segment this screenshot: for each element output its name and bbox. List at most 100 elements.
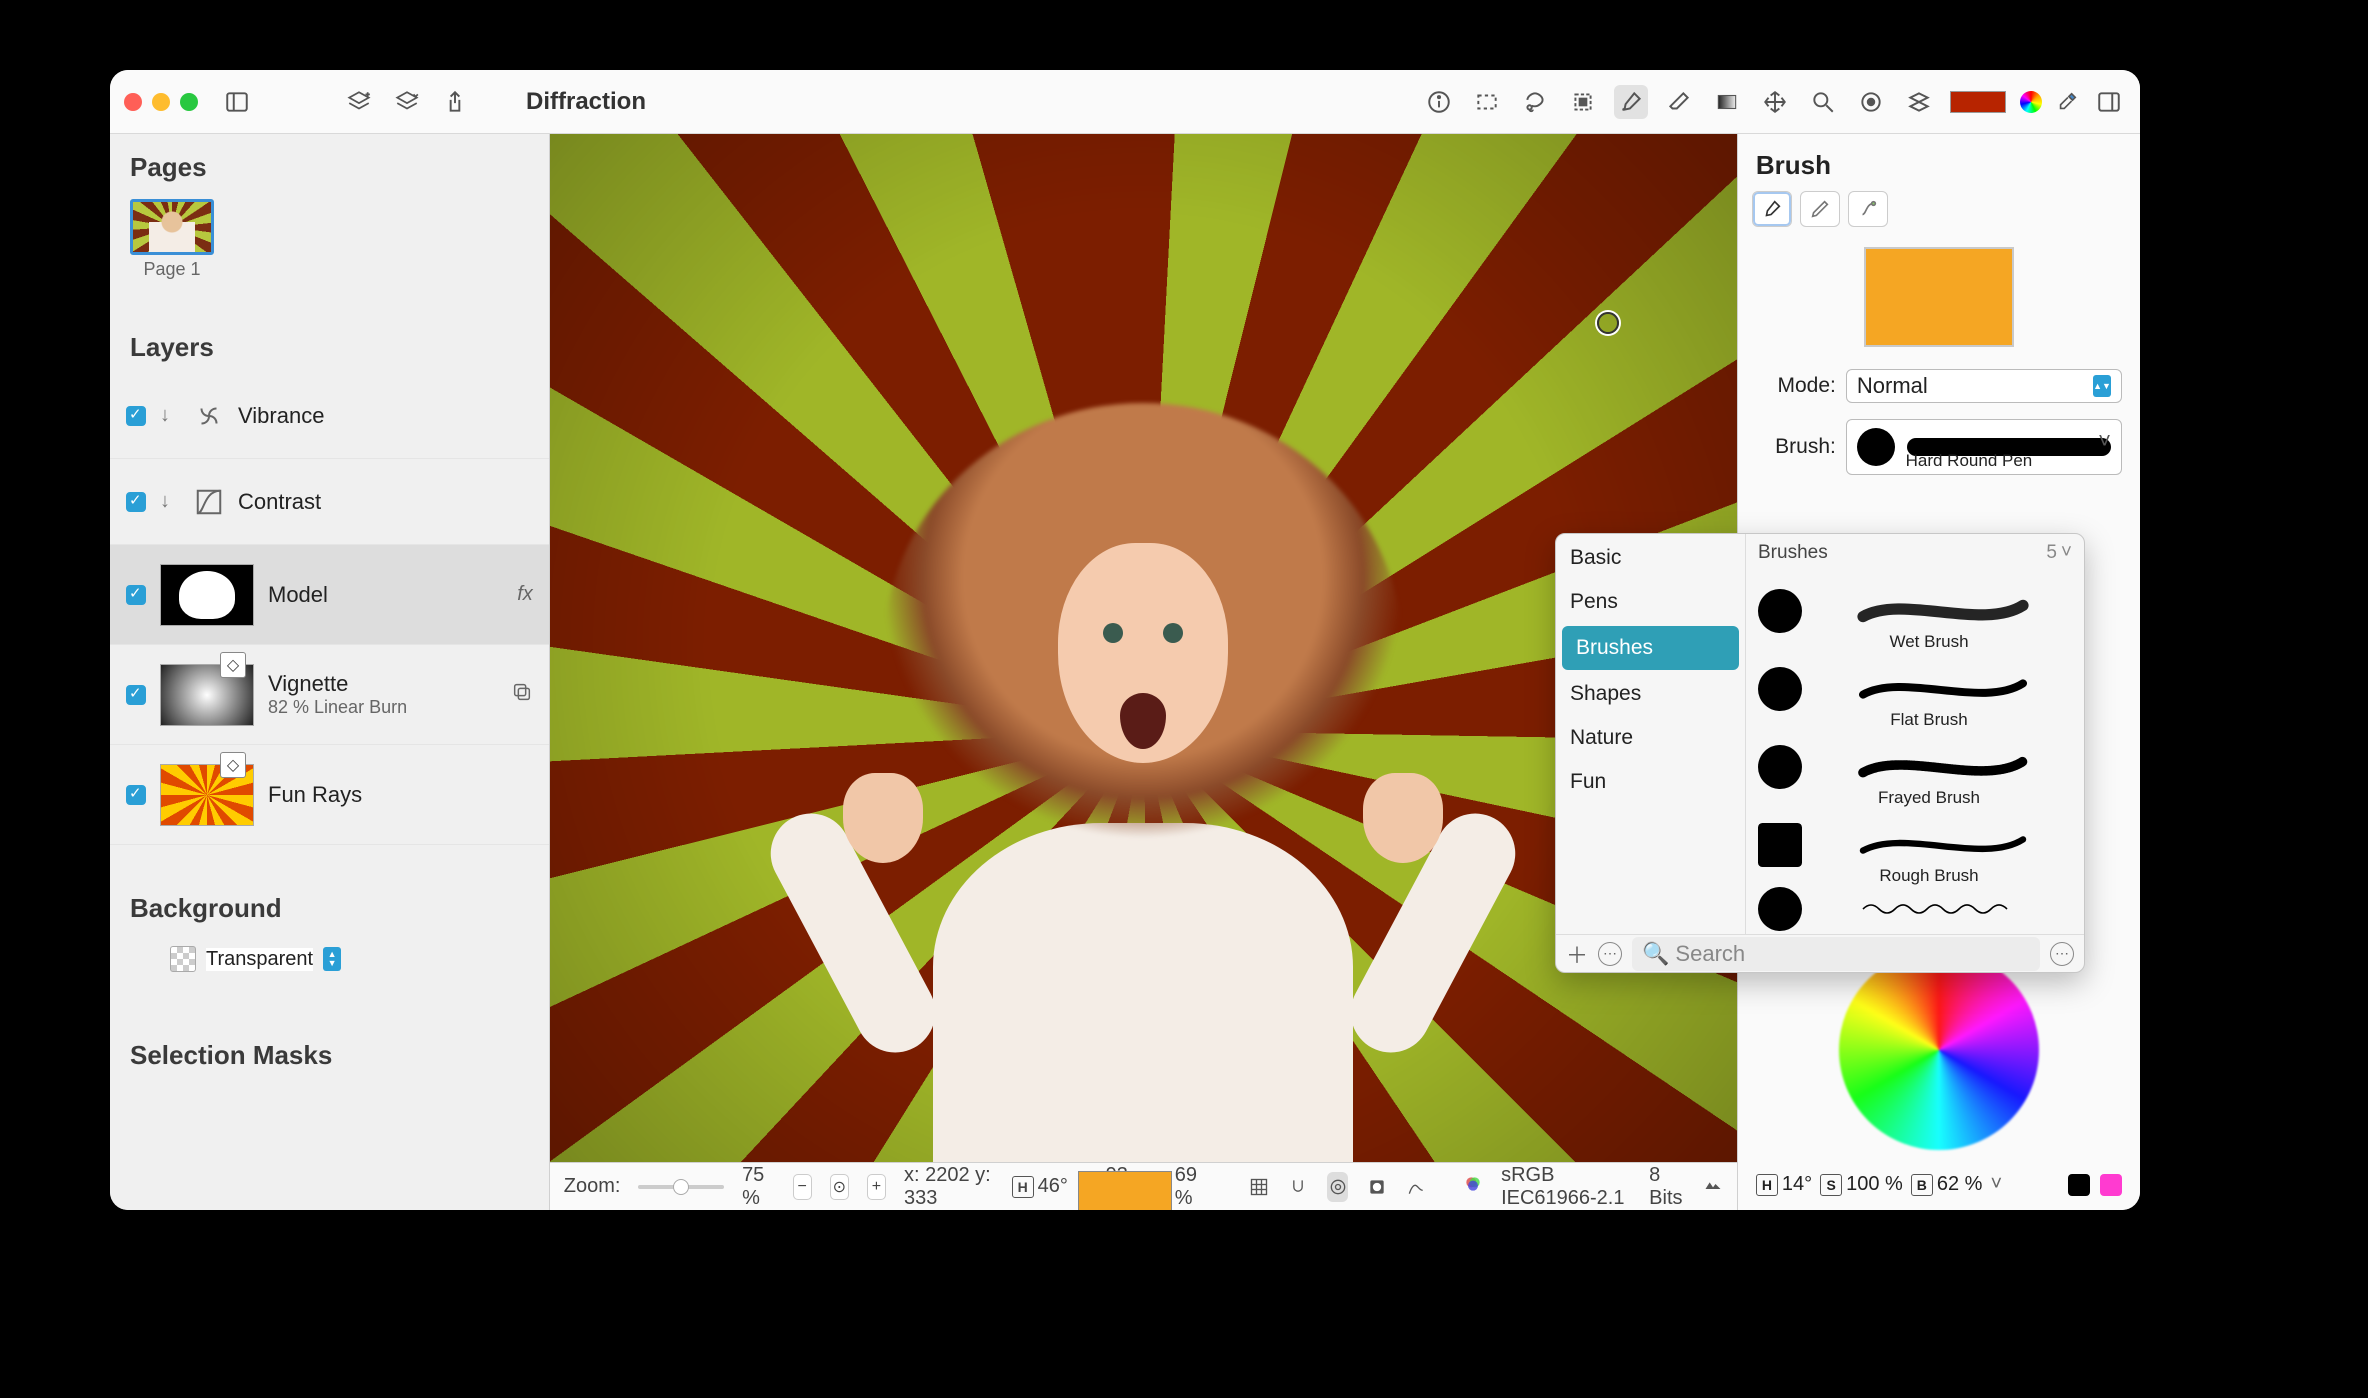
search-placeholder: Search (1675, 941, 1745, 967)
brush-tab-pen[interactable] (1800, 191, 1840, 227)
minimize-window-button[interactable] (152, 93, 170, 111)
layer-visibility-checkbox[interactable] (126, 785, 146, 805)
brush-category[interactable]: Pens (1556, 580, 1745, 624)
colorspace-label[interactable]: sRGB IEC61966-2.1 (1501, 1164, 1631, 1210)
brush-category[interactable]: Fun (1556, 760, 1745, 804)
brush-category[interactable]: Nature (1556, 716, 1745, 760)
background-stepper[interactable]: ▲▼ (323, 947, 341, 971)
page-thumbnail[interactable] (130, 199, 214, 255)
hue-field[interactable]: H14° (1756, 1173, 1812, 1196)
brushes-footer: ＋ ⋯ 🔍 Search ⋯ (1556, 934, 2084, 972)
brush-tabs (1738, 191, 2140, 237)
bri-field[interactable]: B62 % (1911, 1173, 1983, 1196)
layer-row-vibrance[interactable]: ↓ Vibrance (110, 373, 549, 459)
brush-category[interactable]: Basic (1556, 536, 1745, 580)
mask-toggle[interactable] (1366, 1172, 1387, 1202)
zoom-reset-button[interactable]: ⊙ (830, 1174, 849, 1200)
layer-collapse-icon[interactable]: ↓ (160, 404, 180, 427)
layer-name: Vignette (268, 671, 407, 697)
right-panel-title: Brush (1738, 134, 2140, 191)
brush-item[interactable] (1746, 884, 2084, 934)
image-info-icon[interactable] (1703, 1174, 1723, 1200)
gradient-tool[interactable] (1710, 85, 1744, 119)
target-tool[interactable] (1854, 85, 1888, 119)
toggle-right-panel-button[interactable] (2092, 85, 2126, 119)
stack-tool[interactable] (1902, 85, 1936, 119)
info-tool[interactable] (1422, 85, 1456, 119)
brush-tip-icon (1758, 823, 1802, 867)
chevron-down-icon[interactable]: ˅ (1990, 1173, 2002, 1196)
layer-visibility-checkbox[interactable] (126, 585, 146, 605)
brush-item[interactable]: Frayed Brush (1746, 728, 2084, 806)
curves-icon (194, 487, 224, 517)
brush-stroke-preview (1814, 833, 2072, 857)
brush-tool[interactable] (1614, 85, 1648, 119)
eraser-icon (1666, 89, 1692, 115)
toggle-left-panel-button[interactable] (220, 85, 254, 119)
search-icon: 🔍 (1642, 941, 1669, 967)
foreground-color-swatch[interactable] (1950, 91, 2006, 113)
brush-more-button[interactable]: ⋯ (2050, 942, 2074, 966)
grid-toggle[interactable] (1248, 1172, 1269, 1202)
fullscreen-window-button[interactable] (180, 93, 198, 111)
brush-count[interactable]: 5 ˅ (2046, 542, 2072, 564)
histogram-toggle[interactable] (1406, 1172, 1427, 1202)
swatch-black[interactable] (2068, 1174, 2090, 1196)
brush-tip-icon (1758, 887, 1802, 931)
left-panel: Pages Page 1 Layers ↓ Vibrance ↓ Contras… (110, 134, 550, 1210)
add-layer-button[interactable] (342, 85, 376, 119)
sidebar-right-icon (2096, 89, 2122, 115)
brush-preset-select[interactable]: Hard Round Pen ˅ (1846, 419, 2122, 475)
background-section-title: Background (110, 875, 549, 934)
layer-row-funrays[interactable]: ◇ Fun Rays (110, 745, 549, 845)
brush-tab-brush[interactable] (1752, 191, 1792, 227)
brush-cursor-icon (1597, 312, 1619, 334)
layer-visibility-checkbox[interactable] (126, 685, 146, 705)
brush-category[interactable]: Brushes (1562, 626, 1739, 670)
brush-options-button[interactable]: ⋯ (1598, 942, 1622, 966)
lock-icon[interactable]: ◇ (220, 652, 246, 678)
layer-options-button[interactable] (390, 85, 424, 119)
layer-collapse-icon[interactable]: ↓ (160, 490, 180, 513)
layer-visibility-checkbox[interactable] (126, 492, 146, 512)
background-select[interactable]: Transparent (206, 948, 313, 971)
zoom-in-button[interactable]: + (867, 1174, 886, 1200)
eyedropper-button[interactable] (2056, 91, 2078, 113)
preview-toggle[interactable] (1327, 1172, 1348, 1202)
snap-toggle[interactable] (1287, 1172, 1308, 1202)
close-window-button[interactable] (124, 93, 142, 111)
brush-category[interactable]: Shapes (1556, 672, 1745, 716)
lock-icon[interactable]: ◇ (220, 752, 246, 778)
layer-link-icon[interactable] (511, 681, 533, 709)
zoom-out-button[interactable]: − (793, 1174, 812, 1200)
brush-search-input[interactable]: 🔍 Search (1632, 937, 2040, 971)
move-tool[interactable] (1758, 85, 1792, 119)
brush-stroke-preview (1814, 755, 2072, 779)
layer-visibility-checkbox[interactable] (126, 406, 146, 426)
layer-row-contrast[interactable]: ↓ Contrast (110, 459, 549, 545)
mode-select[interactable]: Normal ▲▼ (1846, 369, 2122, 403)
sat-field[interactable]: S100 % (1820, 1173, 1903, 1196)
zoom-slider[interactable] (638, 1185, 724, 1189)
brush-tab-fancy[interactable] (1848, 191, 1888, 227)
color-picker-button[interactable] (2020, 91, 2042, 113)
add-brush-button[interactable]: ＋ (1566, 938, 1588, 970)
share-button[interactable] (438, 85, 472, 119)
swatch-magenta[interactable] (2100, 1174, 2122, 1196)
layer-row-vignette[interactable]: ◇ Vignette 82 % Linear Burn (110, 645, 549, 745)
transparency-chip-icon (170, 946, 196, 972)
layer-row-model[interactable]: Model fx (110, 545, 549, 645)
brush-list: Brushes 5 ˅ Wet Brush Flat Brush Frayed … (1746, 534, 2084, 934)
brush-item[interactable]: Wet Brush (1746, 572, 2084, 650)
rect-select-tool[interactable] (1470, 85, 1504, 119)
brush-item[interactable]: Flat Brush (1746, 650, 2084, 728)
quick-select-tool[interactable] (1566, 85, 1600, 119)
bits-label[interactable]: 8 Bits (1649, 1164, 1685, 1210)
layer-fx-badge[interactable]: fx (517, 583, 533, 606)
lasso-tool[interactable] (1518, 85, 1552, 119)
titlebar: Diffraction (110, 70, 2140, 134)
eraser-tool[interactable] (1662, 85, 1696, 119)
zoom-tool[interactable] (1806, 85, 1840, 119)
brush-item[interactable]: Rough Brush (1746, 806, 2084, 884)
color-wheel[interactable] (1839, 950, 2039, 1150)
